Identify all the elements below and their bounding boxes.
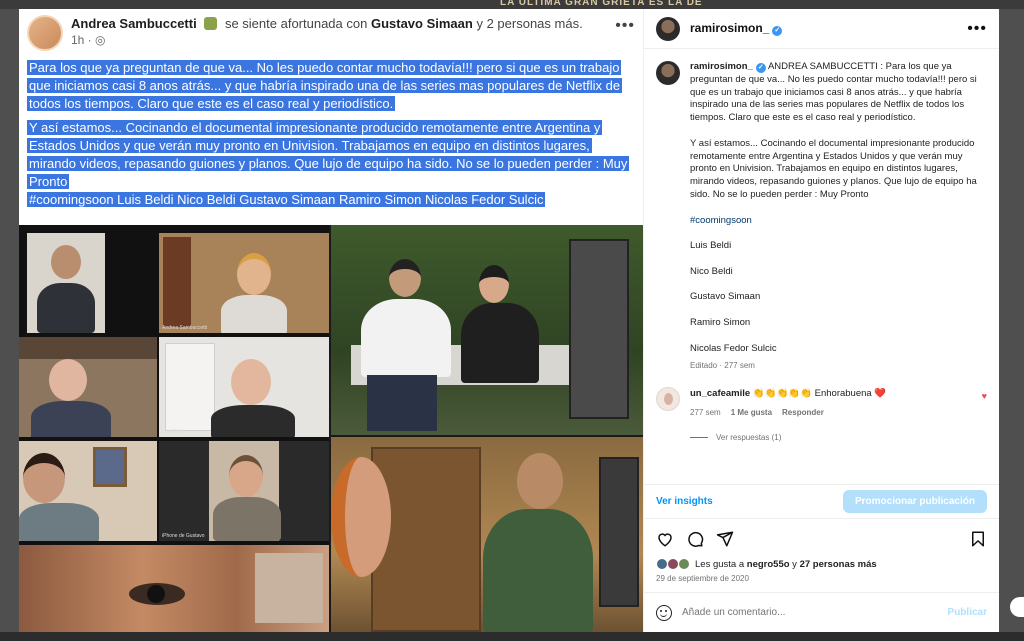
likes-user[interactable]: negro55o — [747, 559, 790, 570]
likes-summary: Les gusta a negro55o y 27 personas más — [644, 558, 999, 570]
comment-likes[interactable]: 1 Me gusta — [731, 406, 772, 419]
post-modal: Andrea Sambuccetti se siente afortunada … — [19, 9, 999, 632]
tile-label-1: Andrea Sambuccetti — [162, 325, 208, 331]
fb-header-text: Andrea Sambuccetti se siente afortunada … — [71, 15, 607, 49]
emoji-icon[interactable] — [656, 604, 672, 621]
background-bottom-strip — [0, 632, 1024, 641]
comment-icon[interactable] — [686, 530, 704, 548]
comment-time: 277 sem — [690, 407, 721, 417]
hashtag-link[interactable]: #coomingsoon — [690, 215, 980, 228]
bookmark-icon[interactable] — [969, 530, 987, 548]
add-comment-bar: Publicar — [644, 592, 999, 632]
fb-feeling: se siente afortunada con — [224, 16, 368, 31]
fb-author-name: Andrea Sambuccetti — [71, 16, 197, 31]
bench-photo — [331, 225, 643, 435]
caption-paragraph-2: Y así estamos... Cocinando el documental… — [690, 137, 977, 200]
instagram-panel: ramirosimon_ ✓ ••• ramirosimon_ ✓ ANDREA S… — [643, 9, 999, 632]
photo-collage: Andrea Sambuccetti Luis Beldi iPhone de … — [19, 225, 643, 632]
comment-heart-icon[interactable]: ♥ — [982, 391, 987, 401]
likes-middle: y — [789, 558, 800, 570]
call-tile: Andrea Sambuccetti Luis Beldi iPhone de … — [19, 225, 329, 632]
liker-avatar — [678, 558, 690, 570]
action-bar — [644, 518, 999, 558]
fb-more-icon: ••• — [615, 17, 635, 34]
comment-avatar[interactable] — [656, 386, 680, 411]
caption-name-5: Nicolas Fedor Sulcic — [690, 342, 777, 354]
comment: un_cafeamile 👏👏👏👏👏 Enhorabuena ❤️ 277 se… — [656, 386, 987, 419]
fb-post-text: Para los que ya preguntan de que va... N… — [19, 55, 643, 209]
share-icon[interactable] — [716, 530, 734, 548]
tile-label-2: Luis Beldi — [162, 429, 184, 435]
more-icon[interactable]: ••• — [967, 20, 987, 38]
office-photo — [331, 437, 643, 632]
likes-prefix: Les gusta a — [695, 558, 747, 570]
background-strip-text: LA ÚLTIMA GRAN GRIETA ES LA DE — [500, 0, 703, 8]
caption: ramirosimon_ ✓ ANDREA SAMBUCCETTI : Para … — [656, 61, 987, 373]
caption-meta: Editado · 277 sem — [690, 361, 755, 371]
insights-bar: Ver insights Promocionar publicación — [644, 484, 999, 518]
comment-input[interactable] — [682, 607, 938, 618]
tile-label-3: iPhone de Gustavo — [162, 533, 205, 539]
caption-username[interactable]: ramirosimon_ ✓ — [690, 61, 766, 73]
comment-username[interactable]: un_cafeamile — [690, 388, 750, 399]
likes-count[interactable]: 27 personas más — [800, 559, 877, 570]
view-replies[interactable]: Ver respuestas (1) — [690, 433, 987, 442]
background-top-strip: LA ÚLTIMA GRAN GRIETA ES LA DE — [0, 0, 1024, 9]
promote-button[interactable]: Promocionar publicación — [842, 490, 987, 513]
caption-name-3: Gustavo Simaan — [690, 291, 761, 303]
ig-user-avatar[interactable] — [656, 16, 680, 41]
fb-post-time: 1h · — [71, 33, 96, 47]
fb-badge-icon — [204, 17, 218, 30]
caption-name-4: Ramiro Simon — [690, 316, 751, 328]
ig-comments-area: ramirosimon_ ✓ ANDREA SAMBUCCETTI : Para … — [644, 49, 999, 484]
post-date: 29 de septiembre de 2020 — [656, 574, 749, 583]
globe-icon: ◎ — [95, 33, 106, 47]
post-image[interactable]: Andrea Sambuccetti se siente afortunada … — [19, 9, 643, 632]
ig-header: ramirosimon_ ✓ ••• — [644, 9, 999, 49]
publish-button[interactable]: Publicar — [948, 607, 987, 618]
fb-with-others: y 2 personas más. — [476, 16, 583, 31]
fb-paragraph-2: Y así estamos... Cocinando el documental… — [27, 120, 630, 189]
caption-avatar[interactable] — [656, 61, 680, 85]
verified-icon: ✓ — [755, 63, 766, 73]
fb-with-name: Gustavo Simaan — [370, 16, 473, 31]
heart-icon[interactable] — [656, 530, 674, 548]
caption-name-2: Nico Beldi — [690, 265, 733, 277]
verified-icon: ✓ — [772, 26, 783, 36]
caption-name-1: Luis Beldi — [690, 240, 732, 252]
comment-reply-button[interactable]: Responder — [782, 406, 824, 419]
side-scroll-button[interactable] — [1010, 597, 1024, 617]
fb-paragraph-1: Para los que ya preguntan de que va... N… — [27, 60, 623, 111]
fb-post-header: Andrea Sambuccetti se siente afortunada … — [19, 9, 643, 55]
fb-author-avatar — [27, 15, 63, 51]
view-insights-link[interactable]: Ver insights — [656, 496, 713, 507]
fb-tags-line: #coomingsoon Luis Beldi Nico Beldi Gusta… — [27, 192, 546, 207]
ig-username[interactable]: ramirosimon_ ✓ — [690, 21, 783, 36]
comment-text: 👏👏👏👏👏 Enhorabuena ❤️ — [752, 387, 887, 399]
